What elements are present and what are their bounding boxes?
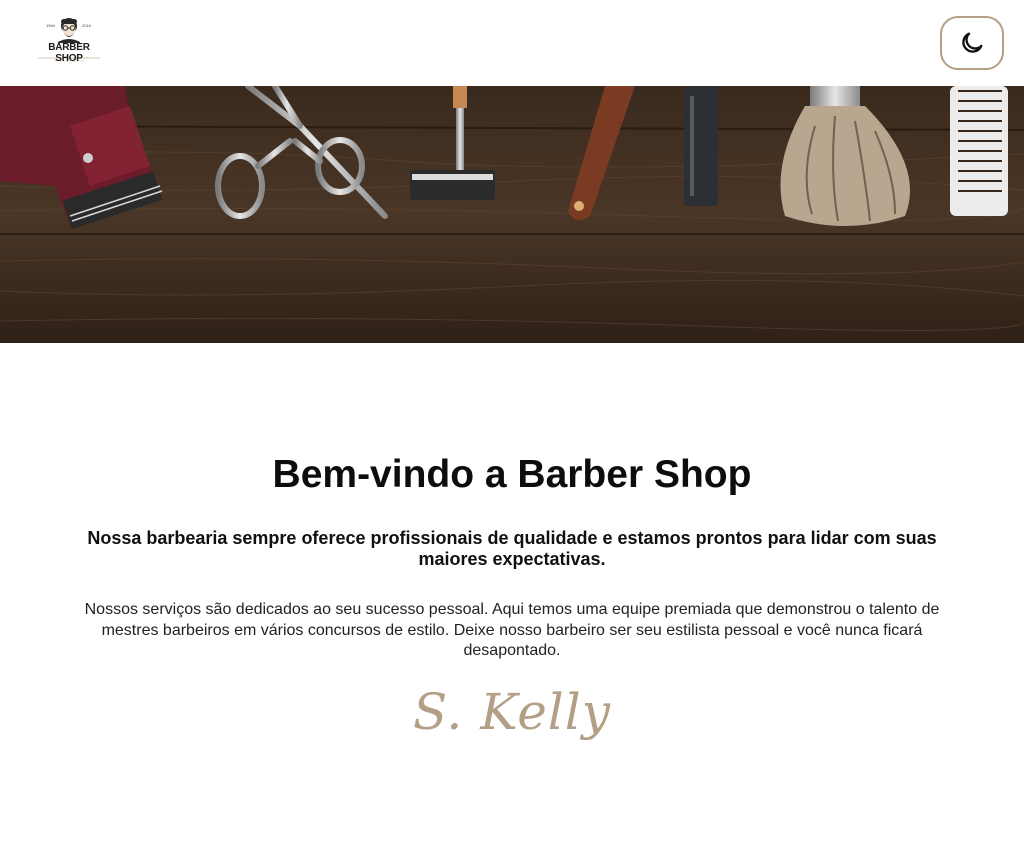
barber-shop-logo[interactable]: 1984 2016 BARBER SHOP	[34, 14, 104, 64]
theme-toggle-button[interactable]	[940, 16, 1004, 70]
welcome-subtitle: Nossa barbearia sempre oferece profissio…	[87, 528, 937, 569]
signature: S. Kelly	[412, 683, 612, 741]
logo-year-left: 1984	[46, 23, 55, 28]
moon-icon	[962, 32, 983, 53]
comb-icon	[950, 86, 1008, 216]
barber-tools-banner-image	[0, 86, 1024, 343]
welcome-description: Nossos serviços são dedicados ao seu suc…	[84, 601, 940, 659]
page-title: Bem-vindo a Barber Shop	[272, 453, 752, 496]
hero-banner	[0, 86, 1024, 343]
welcome-section: Bem-vindo a Barber Shop Nossa barbearia …	[0, 343, 1024, 858]
site-header: 1984 2016 BARBER SHOP	[0, 0, 1024, 86]
logo-year-right: 2016	[82, 23, 91, 28]
logo-text: BARBER SHOP	[48, 42, 90, 64]
